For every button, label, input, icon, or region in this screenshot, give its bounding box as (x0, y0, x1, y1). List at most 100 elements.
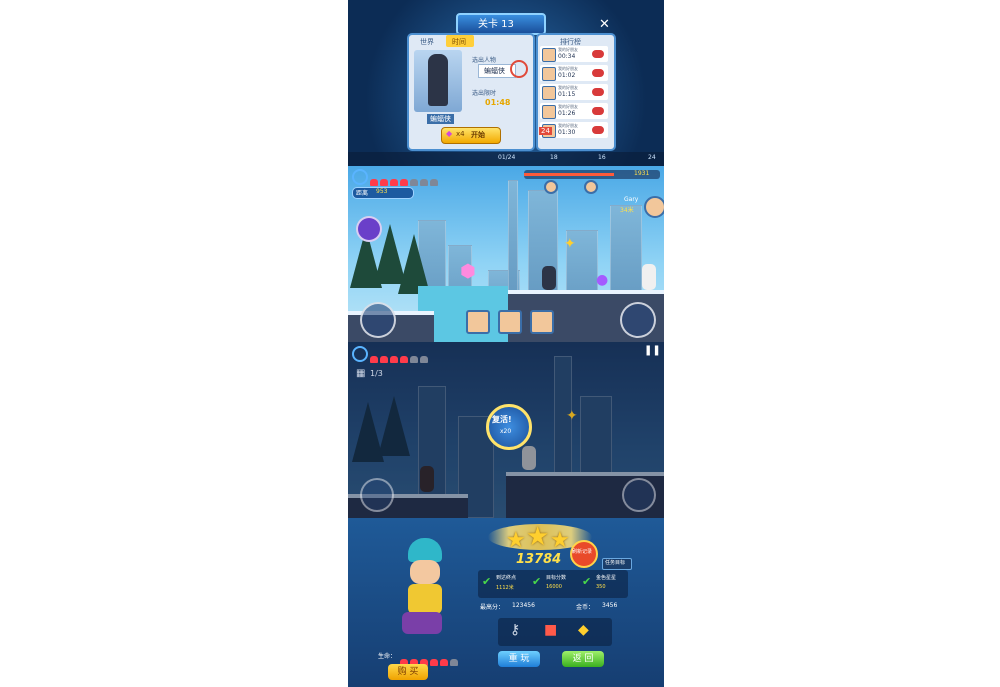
close-icon[interactable]: ✕ (599, 17, 610, 32)
car-icon (592, 50, 604, 58)
pause-icon[interactable]: ❚❚ (644, 345, 661, 356)
gem-icon: ◆ (446, 129, 453, 138)
car-icon (592, 126, 604, 134)
heart-icon (370, 179, 378, 186)
leaderboard-row: 我的好朋友 01:26 (540, 103, 608, 119)
gauge-value: 953 (376, 188, 388, 195)
return-label[interactable]: 返 回 (573, 654, 594, 664)
revive-panel: ❚❚ ▦ 1/3 复活! x20 ✦ (348, 342, 664, 518)
player-avatar (542, 105, 556, 119)
player-time: 01:30 (558, 129, 576, 136)
stat-value: 350 (596, 584, 606, 590)
slide-button[interactable] (360, 302, 396, 338)
best-label: 最高分： (480, 604, 505, 611)
gem-icon: ⬢ (460, 261, 476, 282)
player-time: 01:02 (558, 72, 576, 79)
stat-total: 24 (648, 154, 656, 161)
star-icon: ★ (550, 528, 570, 553)
stat-label: 金色星星 (596, 575, 617, 581)
player-time: 01:15 (558, 91, 576, 98)
heart-icon (400, 179, 408, 186)
stat-value: 1112米 (496, 585, 514, 591)
stat-label: 目标分数 (546, 575, 567, 581)
swirl-power-button[interactable] (356, 216, 382, 242)
leaderboard-row: 我的好朋友 00:34 (540, 46, 608, 62)
final-score: 13784 (516, 552, 562, 567)
player-time: 00:34 (558, 53, 576, 60)
revive-label[interactable]: 复活! (492, 414, 512, 425)
star-icon: ★ (506, 528, 526, 553)
challenge-label: 选出人物 (472, 57, 497, 64)
progress-fill (524, 173, 614, 176)
rival-avatar (544, 180, 558, 194)
revive-button[interactable] (486, 404, 532, 450)
bird-icon: ✦ (566, 408, 578, 424)
heart-empty-icon (450, 659, 458, 666)
cost-value: x4 (456, 130, 465, 138)
retry-button[interactable]: 重 玩 (498, 651, 540, 667)
retry-label[interactable]: 重 玩 (509, 654, 530, 664)
star-icon: ★ (526, 522, 550, 552)
leaderboard-row: 我的好朋友 01:15 (540, 84, 608, 100)
player-avatar (542, 86, 556, 100)
player-time: 01:26 (558, 110, 576, 117)
time-value: 01:48 (485, 98, 511, 107)
face (410, 560, 440, 584)
stat-label: 到达终点 (496, 575, 517, 581)
stat-progress: 01/24 (498, 154, 516, 161)
heart-empty-icon (410, 179, 418, 186)
player-avatar (542, 48, 556, 62)
stamp-icon (510, 60, 528, 78)
buy-label[interactable]: 购 买 (398, 667, 419, 677)
start-label[interactable]: 开始 (471, 130, 485, 140)
level-title: 关卡 13 (478, 19, 514, 30)
game-screenshot-strip: 关卡 13 ✕ 世界 时间 蝙蝠侠 选出人物 蝙蝠侠 选出限时 01:48 ◆ … (348, 0, 664, 687)
heart-empty-icon (420, 356, 428, 363)
rival-name: Gary (624, 196, 639, 203)
best-value: 123456 (512, 602, 535, 609)
runner-character (542, 266, 556, 290)
team-portrait-3[interactable] (530, 310, 554, 334)
gift-icon: ▦ (356, 368, 366, 379)
purple-ball-icon: ● (596, 272, 609, 288)
rival-avatar (584, 180, 598, 194)
card-icon[interactable]: ◆ (578, 622, 589, 638)
beanie-hat (408, 538, 442, 562)
heart-icon (400, 356, 408, 363)
tasks-link[interactable]: 任务目标 (605, 559, 625, 566)
buy-button[interactable]: 购 买 (388, 664, 428, 680)
team-portrait-2[interactable] (498, 310, 522, 334)
rival-portrait (644, 196, 664, 218)
return-button[interactable]: 返 回 (562, 651, 604, 667)
tab-time[interactable]: 时间 (452, 37, 466, 47)
gift-icon[interactable]: ■ (544, 622, 557, 638)
heart-icon (390, 356, 398, 363)
revive-cost: x20 (500, 428, 512, 435)
jump-button[interactable] (622, 478, 656, 512)
key-icon[interactable]: ⚷ (510, 622, 520, 638)
rival-distance: 34米 (620, 207, 634, 214)
coin-value: 3456 (602, 602, 618, 609)
hero-name-badge: 蝙蝠侠 (484, 67, 505, 75)
player-avatar (542, 67, 556, 81)
checkmark-icon: ✔ (482, 575, 492, 588)
jump-button[interactable] (620, 302, 656, 338)
team-portrait-1[interactable] (466, 310, 490, 334)
jacket (408, 584, 442, 614)
tab-world[interactable]: 世界 (420, 37, 434, 47)
coin-label: 金币： (576, 604, 595, 611)
rival-character (642, 264, 656, 290)
counter: 1/3 (370, 369, 383, 378)
car-icon (592, 88, 604, 96)
slide-button[interactable] (360, 478, 394, 512)
hero-portrait (414, 50, 462, 112)
leaderboard-row: 我的好朋友 01:02 (540, 65, 608, 81)
heart-empty-icon (430, 179, 438, 186)
character-art (394, 538, 454, 638)
checkmark-icon: ✔ (532, 575, 542, 588)
tree (398, 234, 430, 294)
batman-figure (428, 54, 448, 106)
top-score: 1931 (634, 170, 650, 177)
new-record-label: 刷新记录 (572, 549, 593, 555)
heart-icon (380, 179, 388, 186)
